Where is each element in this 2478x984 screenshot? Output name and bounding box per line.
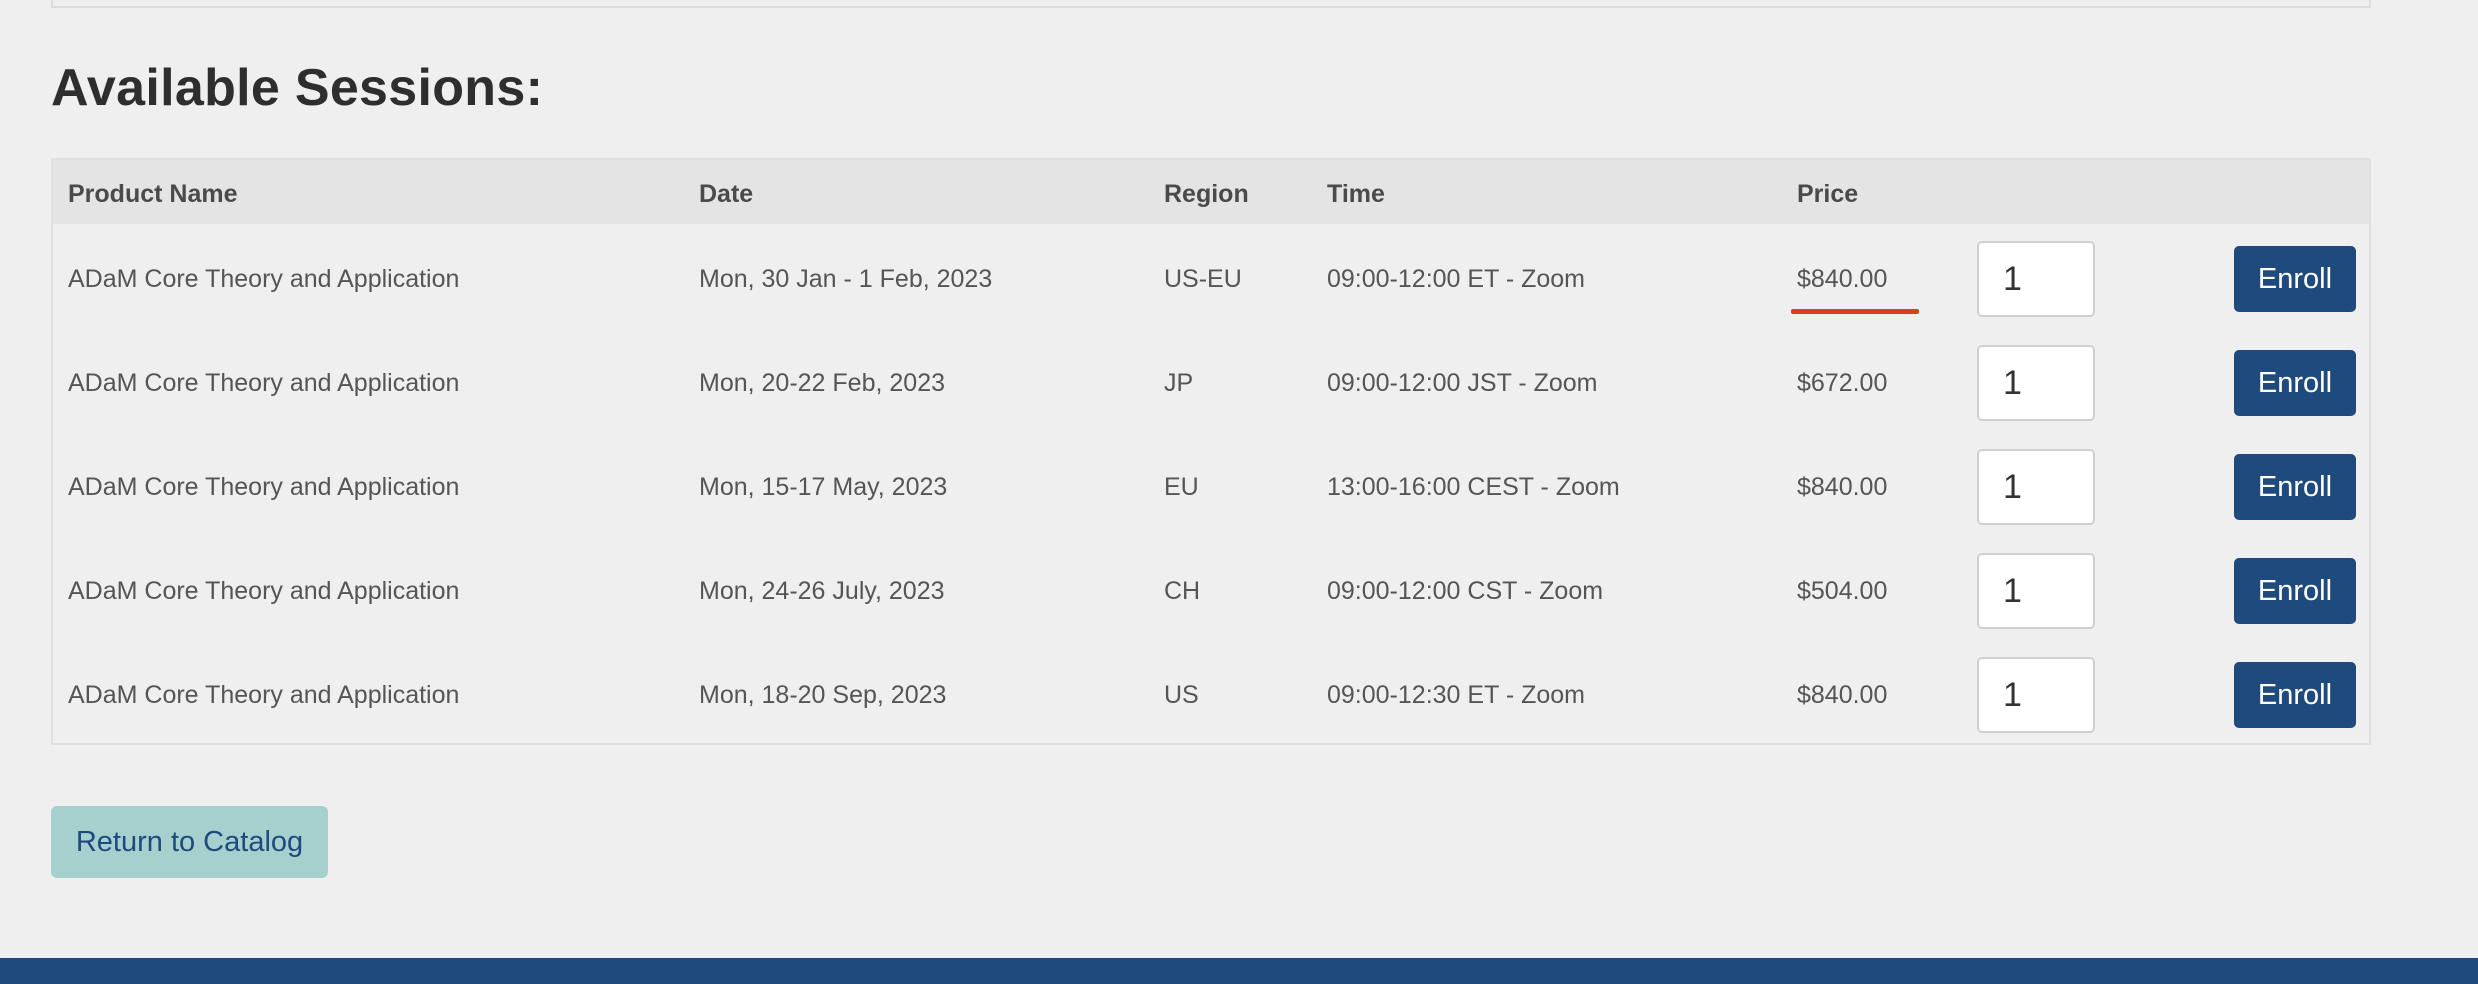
return-to-catalog-button[interactable]: Return to Catalog [51, 806, 328, 878]
sessions-table: Product Name Date Region Time Price ADaM… [51, 158, 2371, 745]
enroll-button[interactable]: Enroll [2234, 558, 2356, 624]
region-cell: EU [1164, 473, 1199, 501]
date-cell: Mon, 20-22 Feb, 2023 [699, 369, 945, 397]
date-cell: Mon, 15-17 May, 2023 [699, 473, 948, 501]
enroll-button[interactable]: Enroll [2234, 662, 2356, 728]
page-title: Available Sessions: [51, 59, 544, 117]
enroll-button[interactable]: Enroll [2234, 246, 2356, 312]
previous-panel-border [51, 0, 2371, 8]
product-name-cell: ADaM Core Theory and Application [68, 265, 460, 293]
quantity-input[interactable] [1977, 241, 2095, 317]
region-cell: JP [1164, 369, 1194, 397]
table-row: ADaM Core Theory and Application Mon, 18… [53, 643, 2369, 747]
quantity-input[interactable] [1977, 345, 2095, 421]
date-cell: Mon, 24-26 July, 2023 [699, 577, 945, 605]
price-cell: $840.00 [1797, 473, 1888, 501]
price-cell: $504.00 [1797, 577, 1888, 605]
quantity-input[interactable] [1977, 449, 2095, 525]
price-cell: $840.00 [1797, 681, 1888, 709]
header-date: Date [699, 180, 754, 208]
header-product-name: Product Name [68, 180, 238, 208]
price-highlight-underline [1791, 309, 1919, 314]
time-cell: 09:00-12:30 ET - Zoom [1327, 681, 1586, 709]
table-row: ADaM Core Theory and Application Mon, 24… [53, 539, 2369, 643]
quantity-input[interactable] [1977, 553, 2095, 629]
time-cell: 09:00-12:00 CST - Zoom [1327, 577, 1604, 605]
header-region: Region [1164, 180, 1249, 208]
region-cell: US-EU [1164, 265, 1242, 293]
product-name-cell: ADaM Core Theory and Application [68, 577, 460, 605]
product-name-cell: ADaM Core Theory and Application [68, 369, 460, 397]
price-cell: $840.00 [1797, 265, 1888, 293]
table-row: ADaM Core Theory and Application Mon, 30… [53, 227, 2369, 331]
product-name-cell: ADaM Core Theory and Application [68, 473, 460, 501]
time-cell: 13:00-16:00 CEST - Zoom [1327, 473, 1620, 501]
region-cell: US [1164, 681, 1199, 709]
region-cell: CH [1164, 577, 1201, 605]
table-header: Product Name Date Region Time Price [53, 160, 2369, 224]
table-row: ADaM Core Theory and Application Mon, 15… [53, 435, 2369, 539]
enroll-button[interactable]: Enroll [2234, 454, 2356, 520]
product-name-cell: ADaM Core Theory and Application [68, 681, 460, 709]
header-time: Time [1327, 180, 1385, 208]
time-cell: 09:00-12:00 JST - Zoom [1327, 369, 1598, 397]
time-cell: 09:00-12:00 ET - Zoom [1327, 265, 1586, 293]
header-price: Price [1797, 180, 1859, 208]
price-cell: $672.00 [1797, 369, 1888, 397]
quantity-input[interactable] [1977, 657, 2095, 733]
footer-bar [0, 958, 2478, 984]
enroll-button[interactable]: Enroll [2234, 350, 2356, 416]
table-row: ADaM Core Theory and Application Mon, 20… [53, 331, 2369, 435]
date-cell: Mon, 18-20 Sep, 2023 [699, 681, 947, 709]
date-cell: Mon, 30 Jan - 1 Feb, 2023 [699, 265, 993, 293]
